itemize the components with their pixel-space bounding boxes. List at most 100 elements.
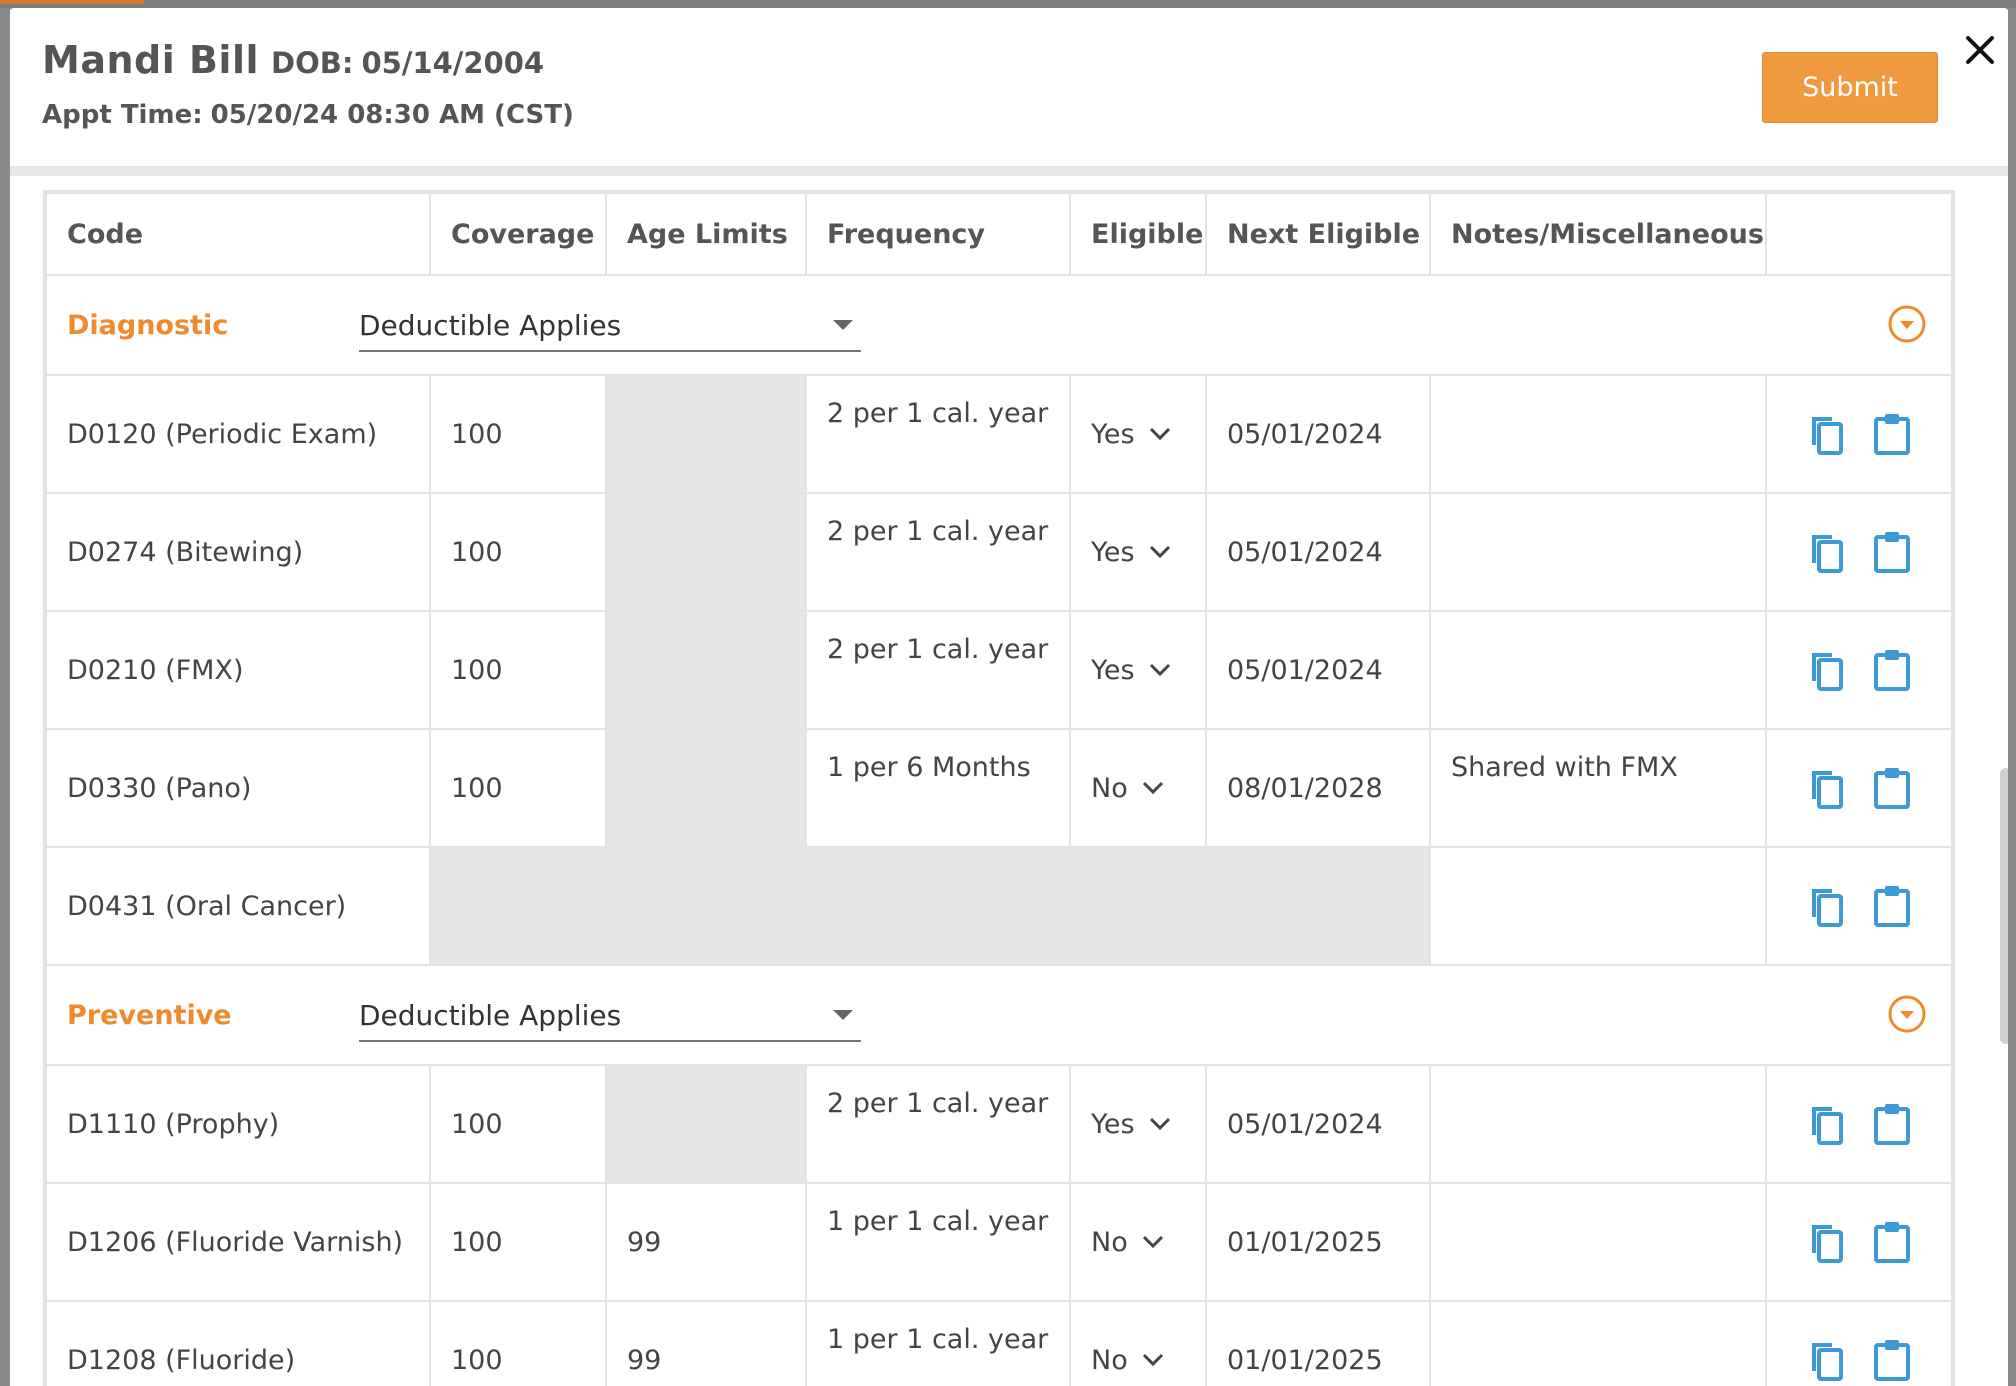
column-header: Eligible xyxy=(1071,194,1207,274)
column-header xyxy=(1767,194,1951,274)
coverage-cell: 100 xyxy=(431,1184,607,1300)
table-row: D0210 (FMX) 100 2 per 1 cal. year Yes 05/01/… xyxy=(47,612,1951,730)
category-collapse-button[interactable] xyxy=(1887,994,1927,1034)
frequency-cell xyxy=(807,848,1071,964)
copy-icon xyxy=(1812,653,1843,691)
eligible-value: No xyxy=(1091,772,1128,804)
eligible-select[interactable]: No xyxy=(1091,1227,1164,1258)
eligible-select[interactable]: No xyxy=(1091,1345,1164,1376)
frequency-cell: 2 per 1 cal. year xyxy=(807,494,1071,610)
column-header: Notes/Miscellaneous xyxy=(1431,194,1767,274)
copy-button[interactable] xyxy=(1804,410,1848,458)
next-eligible-cell: 01/01/2025 xyxy=(1207,1302,1431,1386)
chevron-down-circle-icon xyxy=(1888,305,1926,343)
paste-button[interactable] xyxy=(1870,410,1914,458)
notes-cell xyxy=(1431,848,1767,964)
caret-down-icon xyxy=(833,320,853,330)
chevron-down-icon xyxy=(1149,427,1170,441)
eligible-cell[interactable]: No xyxy=(1071,1184,1207,1300)
copy-icon xyxy=(1812,1343,1843,1381)
coverage-cell: 100 xyxy=(431,376,607,492)
column-header: Next Eligible xyxy=(1207,194,1431,274)
column-header: Coverage xyxy=(431,194,607,274)
paste-button[interactable] xyxy=(1870,1100,1914,1148)
eligible-cell[interactable]: Yes xyxy=(1071,494,1207,610)
caret-down-icon xyxy=(833,1010,853,1020)
table-row: D1110 (Prophy) 100 2 per 1 cal. year Yes 05/… xyxy=(47,1066,1951,1184)
benefits-table: Code Coverage Age Limits Frequency Eligible N… xyxy=(43,190,1955,1386)
paste-button[interactable] xyxy=(1870,1336,1914,1384)
frequency-cell: 1 per 1 cal. year xyxy=(807,1302,1071,1386)
eligible-cell[interactable]: Yes xyxy=(1071,376,1207,492)
copy-icon xyxy=(1812,1107,1843,1145)
copy-button[interactable] xyxy=(1804,1336,1848,1384)
age-limits-cell xyxy=(607,730,807,846)
column-header: Frequency xyxy=(807,194,1071,274)
copy-button[interactable] xyxy=(1804,882,1848,930)
code-cell: D1110 (Prophy) xyxy=(47,1066,431,1182)
clipboard-icon xyxy=(1874,532,1910,573)
clipboard-icon xyxy=(1874,886,1910,927)
actions-cell xyxy=(1767,1066,1951,1182)
header-divider xyxy=(10,166,2008,176)
dob-label: DOB: xyxy=(271,46,354,80)
eligible-cell[interactable]: No xyxy=(1071,1302,1207,1386)
clipboard-icon xyxy=(1874,1104,1910,1145)
notes-cell xyxy=(1431,1302,1767,1386)
copy-button[interactable] xyxy=(1804,1100,1848,1148)
coverage-cell: 100 xyxy=(431,612,607,728)
notes-cell xyxy=(1431,1066,1767,1182)
next-eligible-cell: 05/01/2024 xyxy=(1207,1066,1431,1182)
paste-button[interactable] xyxy=(1870,764,1914,812)
column-header: Age Limits xyxy=(607,194,807,274)
deductible-select[interactable]: Deductible Applies xyxy=(359,300,861,352)
modal-header: Mandi Bill DOB: 05/14/2004 Appt Time: 05… xyxy=(10,8,2008,166)
eligible-cell[interactable]: Yes xyxy=(1071,1066,1207,1182)
actions-cell xyxy=(1767,1302,1951,1386)
deductible-select-value: Deductible Applies xyxy=(359,308,622,342)
age-limits-cell xyxy=(607,1066,807,1182)
copy-button[interactable] xyxy=(1804,528,1848,576)
eligible-value: No xyxy=(1091,1226,1128,1258)
eligible-select[interactable]: Yes xyxy=(1091,1109,1171,1140)
scrollbar-thumb[interactable] xyxy=(2000,768,2008,1044)
copy-icon xyxy=(1812,771,1843,809)
eligible-select[interactable]: Yes xyxy=(1091,655,1171,686)
frequency-cell: 2 per 1 cal. year xyxy=(807,612,1071,728)
notes-cell xyxy=(1431,1184,1767,1300)
notes-cell xyxy=(1431,494,1767,610)
code-cell: D0120 (Periodic Exam) xyxy=(47,376,431,492)
category-name: Preventive xyxy=(67,999,232,1031)
paste-button[interactable] xyxy=(1870,1218,1914,1266)
copy-button[interactable] xyxy=(1804,646,1848,694)
coverage-cell: 100 xyxy=(431,1066,607,1182)
eligible-cell[interactable]: No xyxy=(1071,730,1207,846)
close-button[interactable] xyxy=(1960,30,2000,70)
actions-cell xyxy=(1767,1184,1951,1300)
notes-cell: Shared with FMX xyxy=(1431,730,1767,846)
eligible-value: Yes xyxy=(1091,654,1135,686)
dob-value: 05/14/2004 xyxy=(361,46,545,80)
eligible-select[interactable]: Yes xyxy=(1091,419,1171,450)
age-limits-cell xyxy=(607,494,807,610)
copy-button[interactable] xyxy=(1804,764,1848,812)
submit-button[interactable]: Submit xyxy=(1762,52,1938,123)
chevron-down-circle-icon xyxy=(1888,995,1926,1033)
notes-cell xyxy=(1431,376,1767,492)
coverage-cell: 100 xyxy=(431,1302,607,1386)
eligible-select[interactable]: Yes xyxy=(1091,537,1171,568)
deductible-select[interactable]: Deductible Applies xyxy=(359,990,861,1042)
backdrop-accent xyxy=(0,0,144,4)
category-collapse-button[interactable] xyxy=(1887,304,1927,344)
code-cell: D1206 (Fluoride Varnish) xyxy=(47,1184,431,1300)
copy-button[interactable] xyxy=(1804,1218,1848,1266)
paste-button[interactable] xyxy=(1870,646,1914,694)
coverage-cell: 100 xyxy=(431,730,607,846)
paste-button[interactable] xyxy=(1870,528,1914,576)
chevron-down-icon xyxy=(1142,1353,1163,1367)
eligible-cell[interactable]: Yes xyxy=(1071,612,1207,728)
eligible-select[interactable]: No xyxy=(1091,773,1164,804)
eligible-value: Yes xyxy=(1091,1108,1135,1140)
paste-button[interactable] xyxy=(1870,882,1914,930)
copy-icon xyxy=(1812,417,1843,455)
